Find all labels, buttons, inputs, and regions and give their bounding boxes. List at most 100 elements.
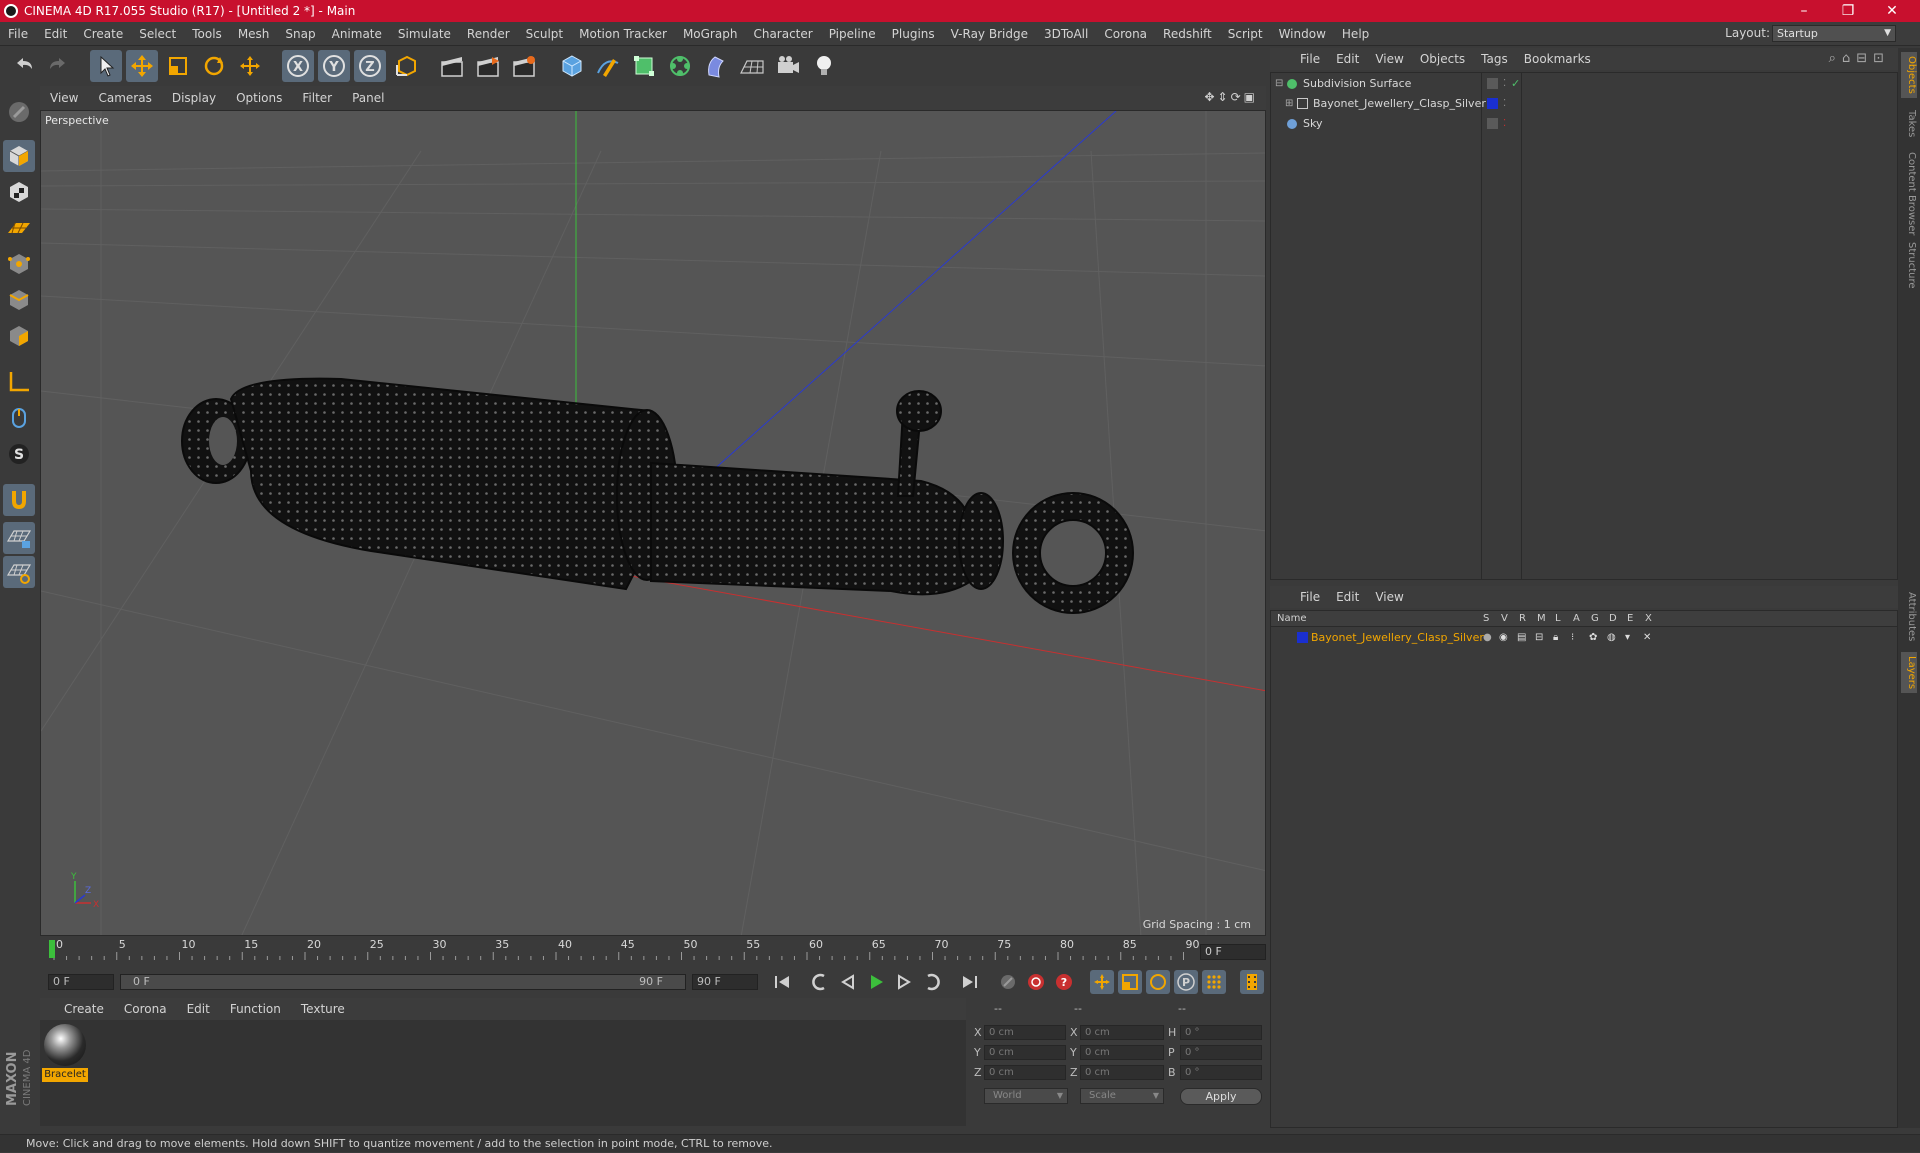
viewport-menu-display[interactable]: Display — [162, 91, 226, 105]
position-z-field[interactable]: 0 cm — [984, 1065, 1066, 1080]
object-row-clasp[interactable]: ⊞ Bayonet_Jewellery_Clasp_Silver ⁚ — [1271, 95, 1897, 113]
material-menu-create[interactable]: Create — [40, 1002, 114, 1016]
bayonet-clasp-model[interactable] — [181, 377, 1134, 614]
objects-menu-edit[interactable]: Edit — [1328, 52, 1367, 66]
viewport-nav-icon[interactable]: ✥⇕⟳▣ — [1204, 90, 1258, 104]
column-generators[interactable]: G — [1591, 613, 1599, 624]
menu-redshift[interactable]: Redshift — [1155, 27, 1220, 41]
play-button[interactable] — [864, 970, 888, 994]
add-deformer-button[interactable] — [700, 50, 732, 82]
render-picture-viewer-button[interactable] — [472, 50, 504, 82]
layout-select[interactable]: Startup ▼ — [1772, 25, 1896, 42]
snapping-button[interactable]: S — [3, 438, 35, 470]
objects-menu-objects[interactable]: Objects — [1412, 52, 1473, 66]
position-y-field[interactable]: 0 cm — [984, 1045, 1066, 1060]
menu-help[interactable]: Help — [1334, 27, 1377, 41]
objects-menu-view[interactable]: View — [1367, 52, 1411, 66]
add-spline-button[interactable] — [592, 50, 624, 82]
objects-menu-tags[interactable]: Tags — [1473, 52, 1516, 66]
go-to-end-button[interactable] — [958, 970, 982, 994]
viewport-menu-filter[interactable]: Filter — [292, 91, 342, 105]
texture-mode-button[interactable] — [3, 176, 35, 208]
material-menu-edit[interactable]: Edit — [177, 1002, 220, 1016]
menu-render[interactable]: Render — [459, 27, 518, 41]
keyframe-mode-button[interactable] — [996, 970, 1020, 994]
material-menu-function[interactable]: Function — [220, 1002, 291, 1016]
add-light-button[interactable] — [808, 50, 840, 82]
previous-key-button[interactable] — [808, 970, 832, 994]
menu-animate[interactable]: Animate — [324, 27, 390, 41]
undo-button[interactable] — [8, 50, 40, 82]
next-key-button[interactable] — [920, 970, 944, 994]
visibility-dots-icon[interactable]: ⁚ — [1503, 95, 1506, 113]
rotate-tool-button[interactable] — [198, 50, 230, 82]
add-environment-button[interactable] — [736, 50, 768, 82]
tab-objects[interactable]: Objects — [1901, 52, 1917, 98]
tab-structure[interactable]: Structure — [1901, 238, 1917, 293]
menu-create[interactable]: Create — [75, 27, 131, 41]
size-mode-select[interactable]: Scale ▼ — [1080, 1088, 1164, 1104]
column-animation[interactable]: A — [1573, 613, 1580, 624]
restore-button[interactable]: ❐ — [1826, 0, 1870, 22]
visibility-dots-icon[interactable]: ⁚ — [1503, 115, 1506, 133]
expression-icon[interactable]: ▾ — [1625, 629, 1630, 647]
add-cube-button[interactable] — [556, 50, 588, 82]
key-parameter-button[interactable]: P — [1174, 970, 1198, 994]
menu-vray-bridge[interactable]: V-Ray Bridge — [943, 27, 1036, 41]
eye-icon[interactable]: ◉ — [1499, 629, 1508, 647]
menu-edit[interactable]: Edit — [36, 27, 75, 41]
viewport-menu-cameras[interactable]: Cameras — [88, 91, 161, 105]
close-button[interactable]: ✕ — [1870, 0, 1914, 22]
tweak-mode-button[interactable] — [3, 402, 35, 434]
key-rotation-button[interactable] — [1146, 970, 1170, 994]
material-menu-texture[interactable]: Texture — [291, 1002, 355, 1016]
render-view-button[interactable] — [436, 50, 468, 82]
deformer-icon[interactable]: ◍ — [1607, 629, 1616, 647]
column-solo[interactable]: S — [1483, 613, 1489, 624]
column-view[interactable]: V — [1501, 613, 1508, 624]
menu-snap[interactable]: Snap — [277, 27, 323, 41]
column-locked[interactable]: L — [1555, 613, 1561, 624]
autokey-button[interactable]: ? — [1052, 970, 1076, 994]
viewport-camera-label[interactable]: Perspective — [45, 114, 109, 127]
menu-script[interactable]: Script — [1220, 27, 1271, 41]
manager-icon[interactable]: ⊟ — [1535, 629, 1543, 647]
menu-plugins[interactable]: Plugins — [884, 27, 943, 41]
layers-menu-file[interactable]: File — [1292, 590, 1328, 604]
expand-icon[interactable]: ⊞ — [1285, 95, 1293, 113]
column-deformers[interactable]: D — [1609, 613, 1617, 624]
start-frame-field[interactable]: 0 F — [48, 974, 114, 990]
workplane-lock-button[interactable] — [3, 522, 35, 554]
previous-frame-button[interactable] — [836, 970, 860, 994]
magnet-button[interactable] — [3, 484, 35, 516]
animation-icon[interactable]: ⁝ — [1571, 629, 1574, 647]
rotation-h-field[interactable]: 0 ° — [1180, 1025, 1262, 1040]
column-render[interactable]: R — [1519, 613, 1526, 624]
go-to-start-button[interactable] — [770, 970, 794, 994]
make-editable-button[interactable] — [3, 96, 35, 128]
solo-dot-icon[interactable]: ● — [1483, 629, 1492, 647]
x-axis-lock-button[interactable]: X — [282, 50, 314, 82]
layer-color-swatch[interactable] — [1297, 632, 1308, 643]
y-axis-lock-button[interactable]: Y — [318, 50, 350, 82]
recent-tool-button[interactable] — [234, 50, 266, 82]
3d-viewport[interactable]: Y X Z Perspective Grid Spacing : 1 cm — [40, 110, 1266, 936]
search-icon[interactable]: ⌕⌂⊟⊡ — [1829, 51, 1890, 66]
menu-pipeline[interactable]: Pipeline — [821, 27, 884, 41]
coordinate-mode-select[interactable]: World ▼ — [984, 1088, 1068, 1104]
rotation-b-field[interactable]: 0 ° — [1180, 1065, 1262, 1080]
xref-icon[interactable]: ✕ — [1643, 629, 1651, 647]
timeline-ruler[interactable]: 0 5 10 15 20 25 30 35 40 45 50 55 60 65 70 75 80 85 90 — [40, 938, 1266, 964]
axis-mode-button[interactable] — [3, 366, 35, 398]
object-row-subdivision-surface[interactable]: ⊟ Subdivision Surface ⁚ ✓ — [1271, 75, 1897, 93]
generator-icon[interactable]: ✿ — [1589, 629, 1597, 647]
column-expressions[interactable]: E — [1627, 613, 1633, 624]
rotation-p-field[interactable]: 0 ° — [1180, 1045, 1262, 1060]
scale-tool-button[interactable] — [162, 50, 194, 82]
end-frame-field[interactable]: 90 F — [692, 974, 758, 990]
key-pla-button[interactable] — [1202, 970, 1226, 994]
material-menu-corona[interactable]: Corona — [114, 1002, 177, 1016]
polygons-mode-button[interactable] — [3, 320, 35, 352]
frame-range-slider[interactable]: 0 F 90 F — [120, 974, 686, 990]
position-x-field[interactable]: 0 cm — [984, 1025, 1066, 1040]
